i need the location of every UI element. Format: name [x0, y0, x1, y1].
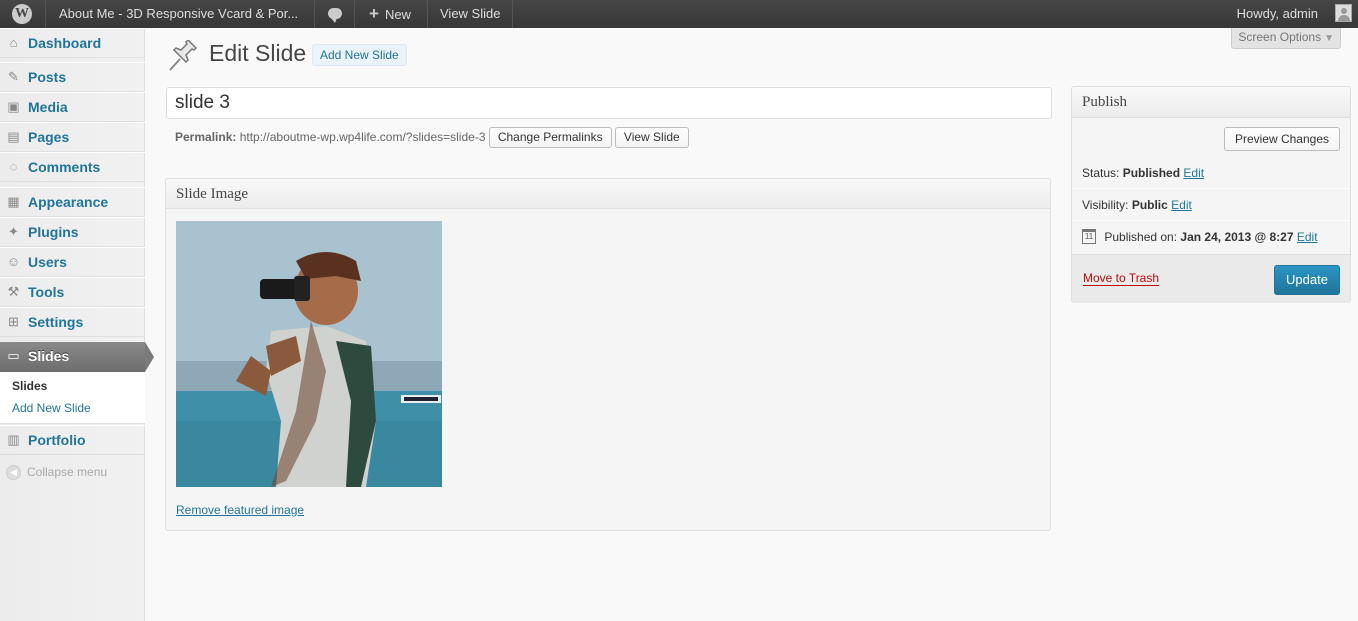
add-new-slide-button[interactable]: Add New Slide	[312, 44, 407, 66]
collapse-arrow-icon: ◀	[6, 465, 21, 481]
comments-link[interactable]	[316, 0, 354, 28]
users-icon: ☺	[6, 254, 21, 269]
sidebar-item-posts[interactable]: ✎ Posts	[0, 62, 145, 92]
status-value: Published	[1122, 166, 1181, 180]
preview-changes-button[interactable]: Preview Changes	[1223, 127, 1340, 151]
sidebar-item-comments[interactable]: ◌ Comments	[0, 152, 145, 182]
slide-image-box: Slide Image Remove featured image	[165, 178, 1051, 531]
page-title: Edit Slide	[209, 40, 307, 66]
media-icon: ▣	[7, 99, 20, 114]
slides-submenu: Slides Add New Slide	[0, 372, 145, 424]
status-label: Status:	[1082, 166, 1120, 180]
slide-title-input[interactable]: slide 3	[166, 87, 1052, 119]
avatar[interactable]	[1335, 4, 1352, 22]
wordpress-logo-menu[interactable]: W	[0, 0, 45, 28]
permalink-label: Permalink:	[175, 130, 237, 144]
sidebar-item-media[interactable]: ▣ Media	[0, 92, 145, 122]
publish-actions: Move to Trash Update	[1072, 254, 1350, 303]
calendar-icon: 11	[1082, 229, 1096, 245]
pushpin-icon	[166, 38, 200, 72]
sidebar-item-users[interactable]: ☺ Users	[0, 247, 145, 277]
collapse-menu-button[interactable]: ◀ Collapse menu	[6, 465, 108, 481]
sidebar-item-slides[interactable]: ▭ Slides	[0, 342, 154, 372]
status-row: Status: Published Edit	[1082, 166, 1204, 180]
screen-options-button[interactable]: Screen Options ▼	[1231, 28, 1341, 49]
visibility-row: Visibility: Public Edit	[1082, 198, 1192, 212]
update-button[interactable]: Update	[1274, 265, 1340, 295]
published-on-label: Published on:	[1104, 230, 1178, 244]
slide-image-heading: Slide Image	[166, 179, 1050, 209]
triangle-down-icon: ▼	[1324, 33, 1334, 44]
admin-bar: W About Me - 3D Responsive Vcard & Por..…	[0, 0, 1358, 28]
dashboard-icon: ⌂	[9, 35, 18, 50]
portfolio-icon: ▥	[7, 432, 20, 447]
appearance-icon: ▦	[7, 194, 20, 209]
wordpress-icon: W	[12, 4, 32, 24]
slides-icon: ▭	[7, 348, 20, 363]
pages-icon: ▤	[7, 129, 20, 144]
published-on-value: Jan 24, 2013 @ 8:27	[1180, 230, 1294, 244]
admin-sidebar: ⌂ Dashboard ✎ Posts ▣ Media ▤ Pages ◌ Co…	[0, 28, 154, 621]
site-name-link[interactable]: About Me - 3D Responsive Vcard & Por...	[59, 0, 298, 28]
published-on-edit-link[interactable]: Edit	[1297, 230, 1318, 244]
sidebar-item-tools[interactable]: ⚒ Tools	[0, 277, 145, 307]
plugins-icon: ✦	[8, 224, 19, 239]
sidebar-item-plugins[interactable]: ✦ Plugins	[0, 217, 145, 247]
collapse-menu-label: Collapse menu	[27, 465, 108, 479]
published-on-row: 11 Published on: Jan 24, 2013 @ 8:27 Edi…	[1082, 229, 1318, 245]
new-content-menu[interactable]: + New	[369, 0, 411, 28]
visibility-label: Visibility:	[1082, 198, 1129, 212]
move-to-trash-link[interactable]: Move to Trash	[1083, 271, 1160, 286]
view-slide-link[interactable]: View Slide	[440, 0, 500, 28]
sidebar-item-settings[interactable]: ⊞ Settings	[0, 307, 145, 337]
sidebar-item-pages[interactable]: ▤ Pages	[0, 122, 145, 152]
change-permalinks-button[interactable]: Change Permalinks	[488, 127, 612, 149]
submenu-slides[interactable]: Slides	[12, 379, 47, 393]
sidebar-item-portfolio[interactable]: ▥ Portfolio	[0, 425, 145, 455]
new-label: New	[384, 7, 411, 22]
sidebar-item-dashboard[interactable]: ⌂ Dashboard	[0, 28, 145, 58]
permalink-url[interactable]: http://aboutme-wp.wp4life.com/?slides=sl…	[240, 130, 486, 144]
status-edit-link[interactable]: Edit	[1183, 166, 1204, 180]
comment-bubble-icon	[328, 8, 342, 23]
submenu-add-new-slide[interactable]: Add New Slide	[12, 401, 91, 415]
visibility-edit-link[interactable]: Edit	[1171, 198, 1192, 212]
remove-featured-image-link[interactable]: Remove featured image	[176, 503, 304, 517]
pushpin-icon: ✎	[8, 69, 19, 84]
sidebar-item-appearance[interactable]: ▦ Appearance	[0, 187, 145, 217]
view-slide-button[interactable]: View Slide	[614, 127, 689, 149]
permalink-row: Permalink: http://aboutme-wp.wp4life.com…	[175, 126, 689, 149]
tools-icon: ⚒	[7, 284, 20, 299]
visibility-value: Public	[1131, 198, 1168, 212]
settings-icon: ⊞	[8, 314, 19, 329]
featured-image[interactable]	[176, 221, 442, 487]
howdy-account-menu[interactable]: Howdy, admin	[1237, 0, 1318, 28]
publish-box: Publish Preview Changes Status: Publishe…	[1071, 86, 1351, 303]
plus-icon: +	[369, 4, 379, 23]
comments-icon: ◌	[9, 159, 18, 174]
publish-heading: Publish	[1072, 87, 1350, 118]
screen-options-label: Screen Options	[1238, 30, 1322, 44]
